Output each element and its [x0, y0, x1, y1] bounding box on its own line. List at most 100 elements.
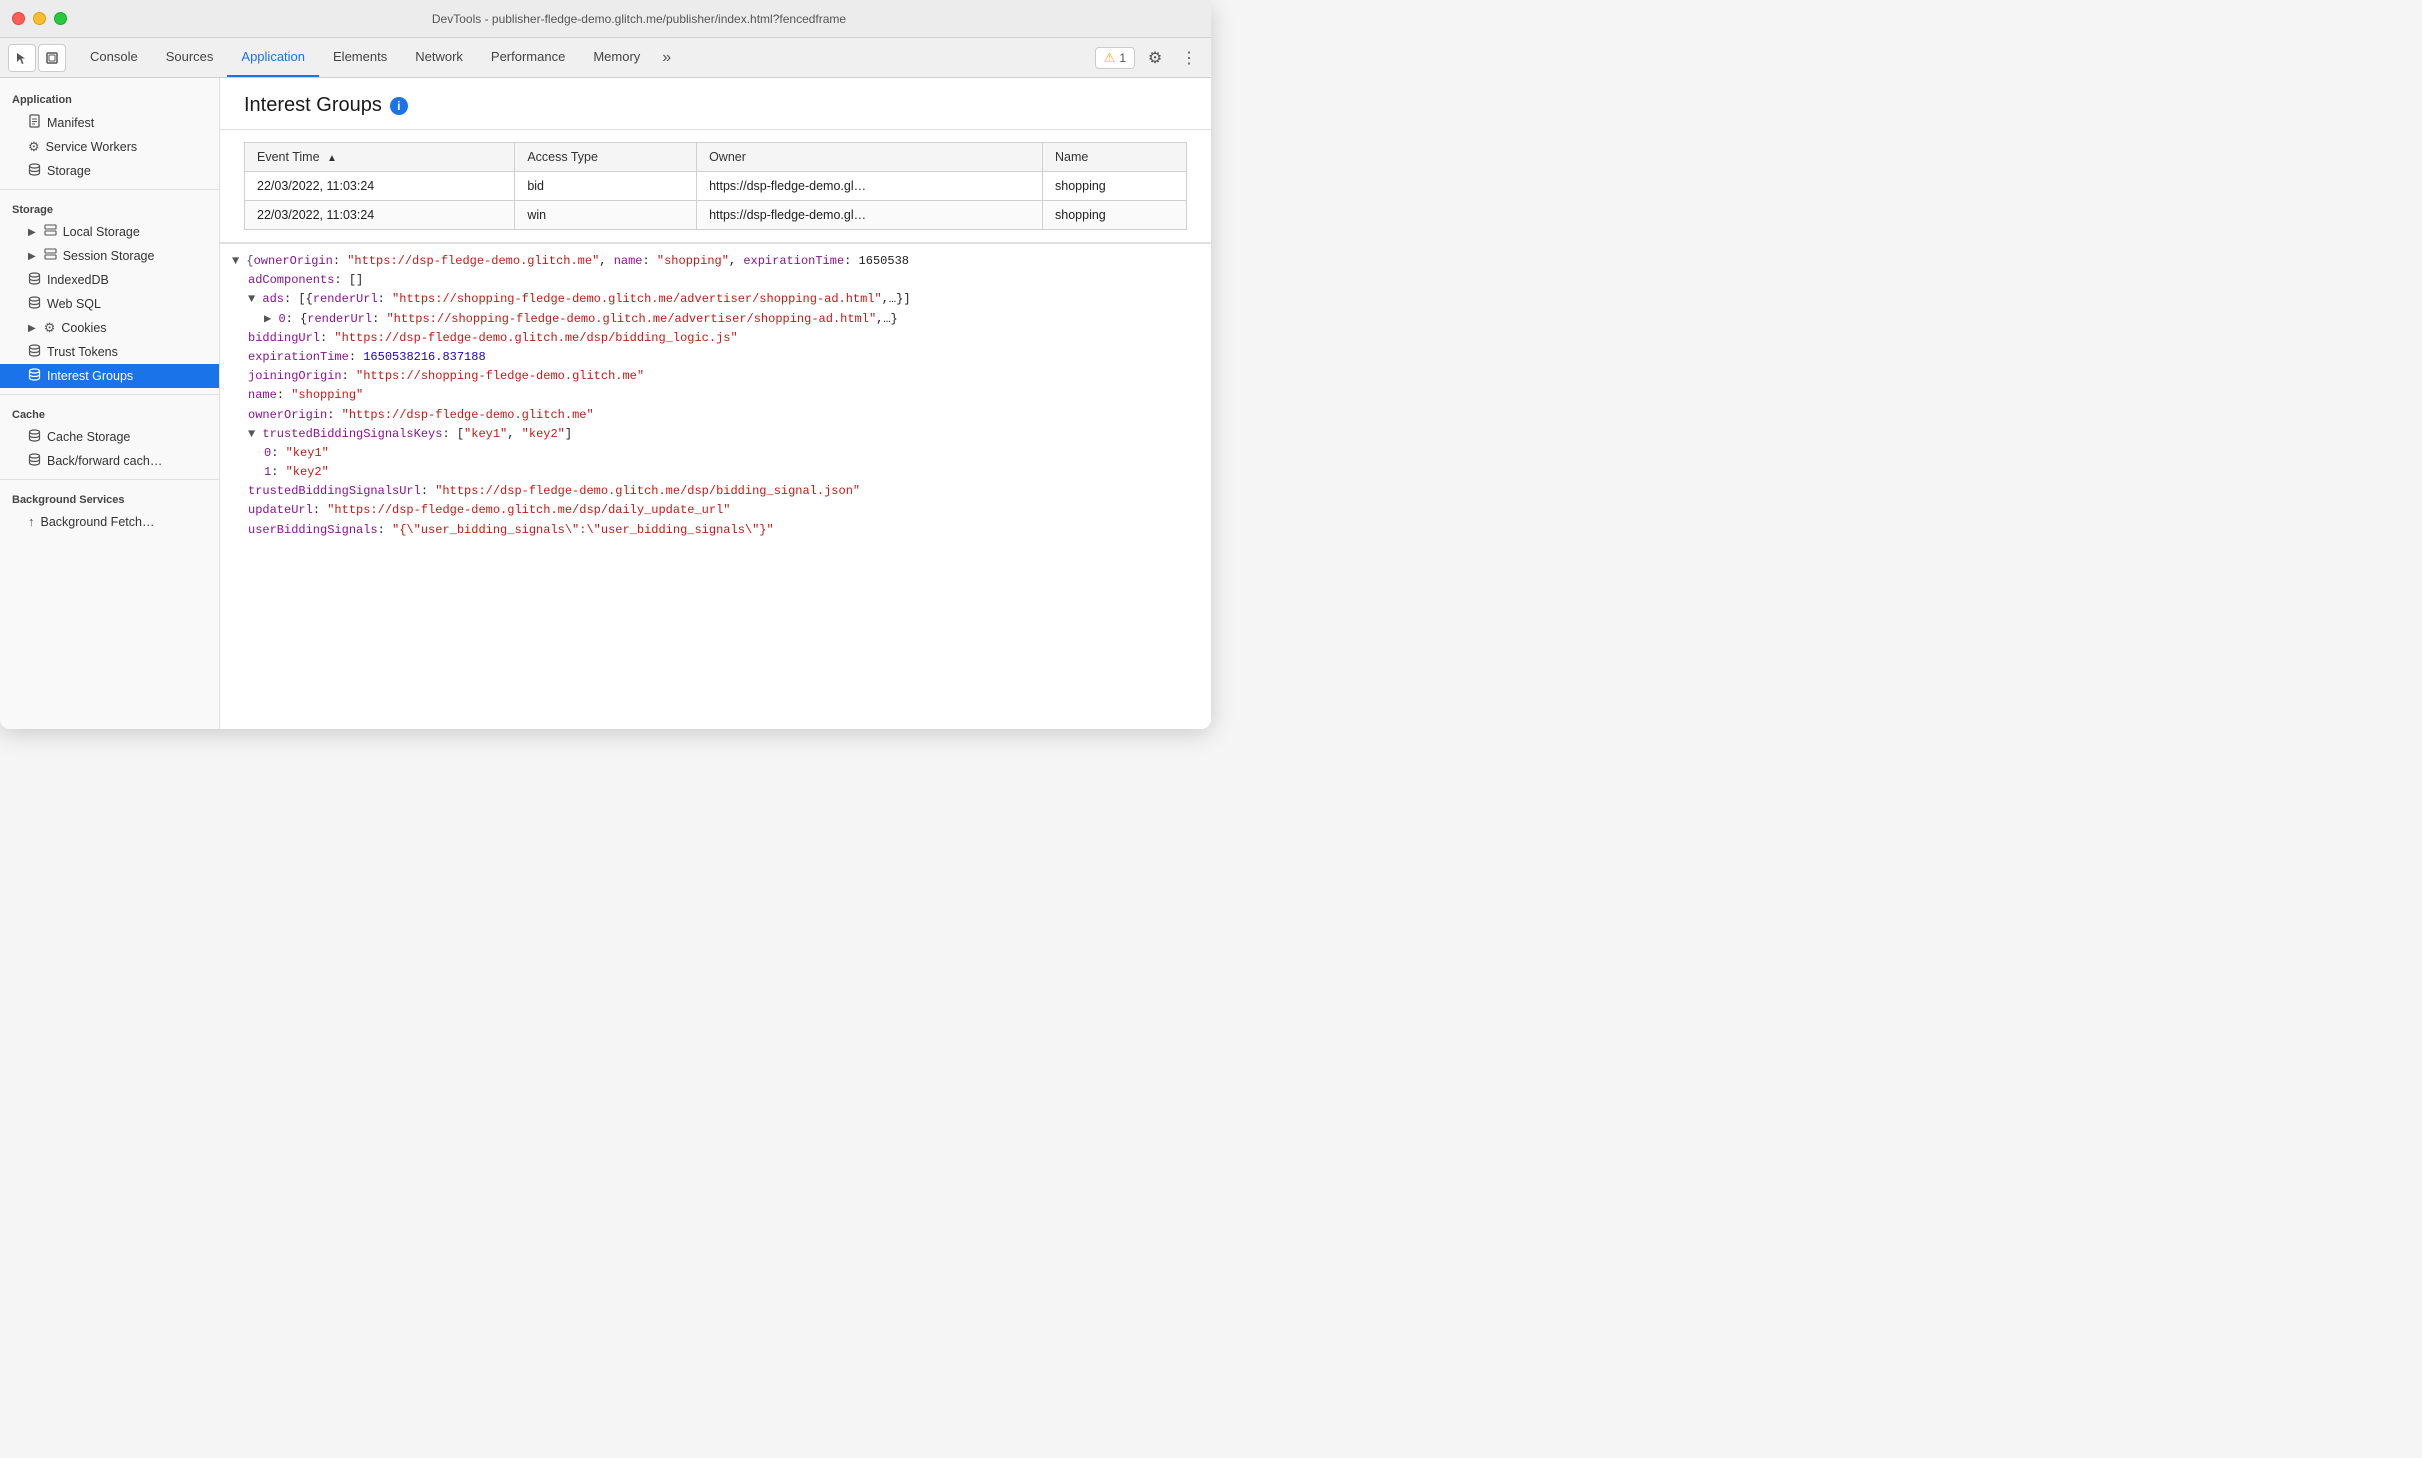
json-part: ] [565, 427, 572, 441]
sidebar-item-indexeddb-label: IndexedDB [47, 273, 109, 287]
tab-elements[interactable]: Elements [319, 38, 401, 77]
col-owner[interactable]: Owner [697, 143, 1043, 172]
json-part: name [248, 388, 277, 402]
json-part: 0 [278, 312, 285, 326]
cookies-icon: ⚙ [44, 320, 56, 336]
storage-app-icon [28, 163, 41, 179]
close-button[interactable] [12, 12, 25, 25]
table-row[interactable]: 22/03/2022, 11:03:24 win https://dsp-fle… [245, 201, 1187, 230]
json-part: : [271, 446, 285, 460]
json-part: "https://shopping-fledge-demo.glitch.me/… [386, 312, 876, 326]
tab-memory[interactable]: Memory [579, 38, 654, 77]
cell-owner: https://dsp-fledge-demo.gl… [697, 172, 1043, 201]
cache-storage-icon [28, 429, 41, 445]
json-part: trustedBiddingSignalsUrl [248, 484, 421, 498]
json-part: ▶ [264, 312, 278, 326]
sidebar-item-background-fetch[interactable]: ↑ Background Fetch… [0, 510, 219, 533]
json-part: : [320, 331, 334, 345]
warning-badge[interactable]: ⚠ 1 [1095, 47, 1135, 69]
json-part: name [614, 254, 643, 268]
json-part: "https://shopping-fledge-demo.glitch.me/… [392, 292, 882, 306]
more-options-button[interactable]: ⋮ [1175, 44, 1203, 72]
col-event-time-label: Event Time [257, 150, 320, 164]
json-part: : [327, 408, 341, 422]
json-part: renderUrl [307, 312, 372, 326]
json-part: , [507, 427, 521, 441]
json-part: ads [262, 292, 284, 306]
json-part: "https://dsp-fledge-demo.glitch.me/dsp/d… [327, 503, 730, 517]
trust-tokens-icon [28, 344, 41, 360]
titlebar: DevTools - publisher-fledge-demo.glitch.… [0, 0, 1211, 38]
json-part: 1650538216.837188 [363, 350, 485, 364]
json-line: ▼ trustedBiddingSignalsKeys: ["key1", "k… [232, 425, 1199, 444]
session-storage-arrow-icon: ▶ [28, 251, 36, 262]
local-storage-icon [44, 224, 57, 240]
sidebar-item-manifest[interactable]: Manifest [0, 110, 219, 135]
toolbar-icons [8, 44, 66, 72]
json-line: userBiddingSignals: "{\"user_bidding_sig… [232, 521, 1199, 540]
json-line: biddingUrl: "https://dsp-fledge-demo.gli… [232, 329, 1199, 348]
tab-sources[interactable]: Sources [152, 38, 228, 77]
info-icon[interactable]: i [390, 97, 408, 115]
minimize-button[interactable] [33, 12, 46, 25]
manifest-icon [28, 114, 41, 131]
json-part: "shopping" [291, 388, 363, 402]
sidebar-item-cache-storage-label: Cache Storage [47, 430, 130, 444]
json-line: expirationTime: 1650538216.837188 [232, 348, 1199, 367]
divider-1 [0, 189, 219, 190]
json-part: "https://dsp-fledge-demo.glitch.me/dsp/b… [435, 484, 860, 498]
maximize-button[interactable] [54, 12, 67, 25]
json-part: expirationTime [248, 350, 349, 364]
col-access-type[interactable]: Access Type [515, 143, 697, 172]
json-line: ▼ {ownerOrigin: "https://dsp-fledge-demo… [232, 252, 1199, 271]
cursor-icon[interactable] [8, 44, 36, 72]
sidebar: Application Manifest ⚙ Service Workers S… [0, 78, 220, 729]
json-part: "https://dsp-fledge-demo.glitch.me" [347, 254, 599, 268]
back-forward-cache-icon [28, 453, 41, 469]
json-part: joiningOrigin [248, 369, 342, 383]
sidebar-item-indexeddb[interactable]: IndexedDB [0, 268, 219, 292]
main-layout: Application Manifest ⚙ Service Workers S… [0, 78, 1211, 729]
sidebar-item-local-storage[interactable]: ▶ Local Storage [0, 220, 219, 244]
inspect-icon[interactable] [38, 44, 66, 72]
json-part: "shopping" [657, 254, 729, 268]
sidebar-item-session-storage[interactable]: ▶ Session Storage [0, 244, 219, 268]
sidebar-item-back-forward-cache[interactable]: Back/forward cach… [0, 449, 219, 473]
more-tabs-button[interactable]: » [654, 38, 679, 77]
json-part: : [{ [284, 292, 313, 306]
json-part: : [372, 312, 386, 326]
tab-application[interactable]: Application [227, 38, 319, 77]
sidebar-item-service-workers[interactable]: ⚙ Service Workers [0, 135, 219, 159]
sort-arrow-icon: ▲ [327, 153, 337, 164]
json-part: , [599, 254, 613, 268]
tab-network[interactable]: Network [401, 38, 477, 77]
background-fetch-icon: ↑ [28, 514, 35, 529]
json-part: ▼ [248, 427, 262, 441]
json-part: : [643, 254, 657, 268]
json-line: name: "shopping" [232, 386, 1199, 405]
tab-bar: Console Sources Application Elements Net… [76, 38, 1093, 77]
settings-button[interactable]: ⚙ [1141, 44, 1169, 72]
json-line: 0: "key1" [232, 444, 1199, 463]
titlebar-text: DevTools - publisher-fledge-demo.glitch.… [79, 12, 1199, 26]
content-area: Interest Groups i Event Time ▲ Access Ty… [220, 78, 1211, 729]
tab-performance[interactable]: Performance [477, 38, 579, 77]
json-part: ownerOrigin [254, 254, 333, 268]
json-part: ownerOrigin [248, 408, 327, 422]
sidebar-item-cache-storage[interactable]: Cache Storage [0, 425, 219, 449]
sidebar-item-web-sql[interactable]: Web SQL [0, 292, 219, 316]
sidebar-item-trust-tokens[interactable]: Trust Tokens [0, 340, 219, 364]
sidebar-item-cookies[interactable]: ▶ ⚙ Cookies [0, 316, 219, 340]
col-name[interactable]: Name [1043, 143, 1187, 172]
sidebar-item-storage-app[interactable]: Storage [0, 159, 219, 183]
warning-count: 1 [1119, 51, 1126, 65]
tab-console[interactable]: Console [76, 38, 152, 77]
table-row[interactable]: 22/03/2022, 11:03:24 bid https://dsp-fle… [245, 172, 1187, 201]
col-event-time[interactable]: Event Time ▲ [245, 143, 515, 172]
sidebar-section-application: Application [0, 86, 219, 110]
json-line: trustedBiddingSignalsUrl: "https://dsp-f… [232, 482, 1199, 501]
sidebar-item-interest-groups[interactable]: Interest Groups [0, 364, 219, 388]
sidebar-item-local-storage-label: Local Storage [63, 225, 140, 239]
json-part: : [] [334, 273, 363, 287]
sidebar-item-interest-groups-label: Interest Groups [47, 369, 133, 383]
